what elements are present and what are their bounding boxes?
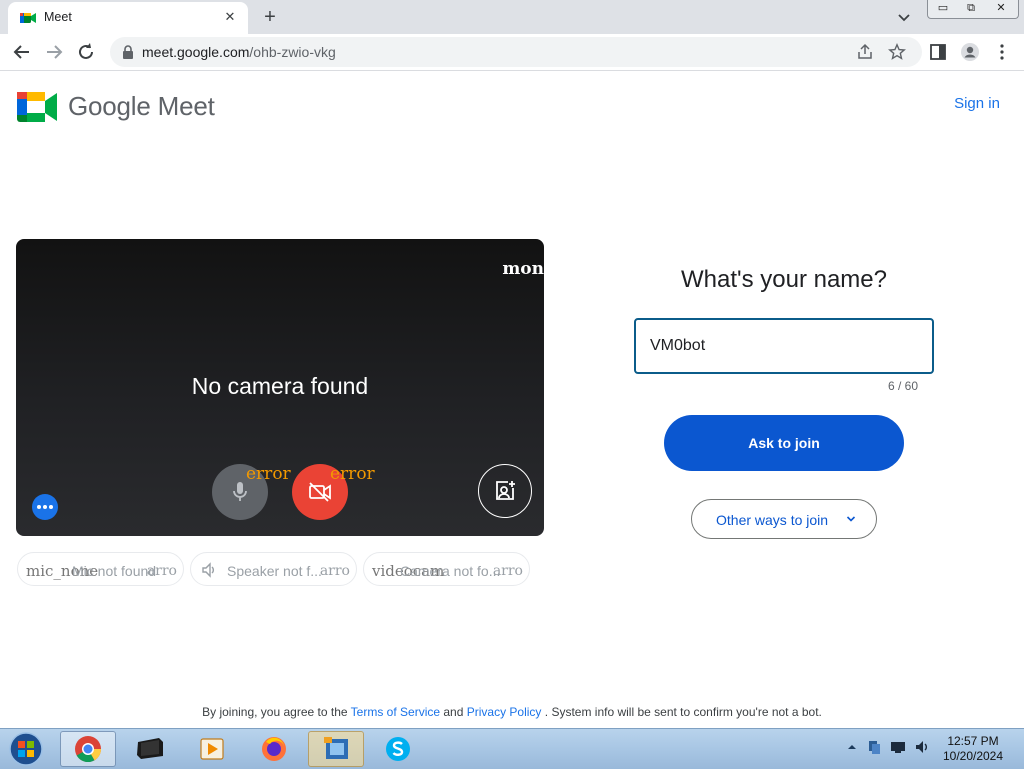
tray-network-icon[interactable] (866, 739, 882, 755)
camera-off-icon (309, 482, 331, 502)
taskbar-vlc[interactable] (184, 731, 240, 767)
meet-favicon-icon (20, 13, 36, 23)
speaker-chip-label: Speaker not f... (227, 563, 322, 579)
tab-meet[interactable]: Meet ✕ (8, 2, 248, 34)
terminal-icon (137, 738, 163, 759)
dot (49, 505, 53, 509)
share-icon[interactable] (856, 43, 874, 61)
terms-of-service-link[interactable]: Terms of Service (351, 705, 440, 719)
tab-strip: Meet ✕ + ▭ ⧉ ✕ (0, 0, 1024, 34)
address-bar[interactable]: meet.google.com/ohb-zwio-vkg (110, 37, 922, 67)
other-ways-to-join-button[interactable]: Other ways to join (691, 499, 877, 539)
ask-to-join-button[interactable]: Ask to join (664, 415, 904, 471)
legal-and: and (443, 705, 464, 719)
browser-menu-icon[interactable] (992, 42, 1012, 62)
taskbar-terminal[interactable] (122, 731, 178, 767)
name-character-counter: 6 / 60 (887, 379, 918, 393)
url-host: meet.google.com (142, 44, 250, 60)
legal-prefix: By joining, you agree to the (202, 705, 348, 719)
virtualbox-icon (324, 737, 348, 759)
icon-font-fallback-text: mon (502, 259, 544, 279)
legal-notice: By joining, you agree to the Terms of Se… (0, 705, 1024, 719)
dropdown-arrow-fallback-text: arro (319, 563, 350, 579)
camera-select-chip[interactable]: videocam Camera not fo... arro (363, 552, 530, 586)
tray-expand-icon[interactable] (844, 739, 860, 755)
url-text: meet.google.com/ohb-zwio-vkg (142, 44, 336, 60)
taskbar-skype[interactable] (370, 731, 426, 767)
visual-effects-button[interactable] (478, 464, 532, 518)
speaker-icon (202, 562, 214, 578)
firefox-icon (262, 737, 286, 761)
camera-chip-label: Camera not fo... (400, 563, 501, 579)
microphone-chip-label: Mic not found (72, 563, 157, 579)
chevron-down-icon (846, 516, 856, 522)
dot (43, 505, 47, 509)
chrome-icon (75, 736, 102, 763)
minimize-button[interactable]: ▭ (930, 0, 956, 18)
tab-close-icon[interactable]: ✕ (220, 7, 240, 27)
reload-icon[interactable] (74, 40, 98, 64)
taskbar-firefox[interactable] (246, 731, 302, 767)
windows-start-button-icon[interactable] (6, 730, 46, 768)
name-input[interactable] (634, 318, 934, 374)
microphone-select-chip[interactable]: mic_none Mic not found arro (17, 552, 184, 586)
other-ways-label: Other ways to join (716, 512, 829, 528)
taskbar: 12:57 PM 10/20/2024 (0, 728, 1024, 769)
brand-name: Google Meet (68, 91, 215, 121)
bookmark-star-icon[interactable] (888, 43, 906, 61)
taskbar-virtualbox[interactable] (308, 731, 364, 767)
clock-time: 12:57 PM (947, 734, 999, 748)
legal-suffix: . System info will be sent to confirm yo… (544, 705, 822, 719)
google-meet-logo-icon (17, 92, 57, 122)
restore-button[interactable]: ⧉ (958, 0, 984, 18)
back-arrow-icon[interactable] (10, 40, 34, 64)
url-path: /ohb-zwio-vkg (249, 44, 336, 60)
window-controls: ▭ ⧉ ✕ (927, 0, 1019, 19)
forward-arrow-icon[interactable] (42, 40, 66, 64)
browser-toolbar: meet.google.com/ohb-zwio-vkg (0, 34, 1024, 71)
speaker-select-chip[interactable]: Speaker not f... arro (190, 552, 357, 586)
dropdown-arrow-fallback-text: arro (492, 563, 523, 579)
visual-effects-icon (496, 481, 515, 500)
tab-search-chevron-icon[interactable] (894, 7, 914, 27)
no-camera-message: No camera found (191, 373, 369, 399)
video-preview: mon No camera found error error (16, 239, 544, 536)
camera-icon-fallback-text: error (330, 464, 375, 484)
sign-in-link[interactable]: Sign in (940, 95, 1014, 117)
side-panel-icon[interactable] (928, 42, 948, 62)
name-prompt-heading: What's your name? (680, 266, 887, 293)
new-tab-button[interactable]: + (258, 5, 282, 29)
tab-title: Meet (44, 10, 72, 24)
tray-volume-icon[interactable] (914, 739, 930, 755)
more-options-button[interactable] (32, 494, 58, 520)
clock-date: 10/20/2024 (942, 749, 1004, 763)
mic-icon-fallback-text: error (246, 464, 291, 484)
dropdown-arrow-fallback-text: arro (146, 563, 177, 579)
skype-icon (386, 737, 410, 761)
window-close-button[interactable]: ✕ (986, 0, 1016, 18)
media-player-icon (200, 738, 224, 760)
tray-display-icon[interactable] (890, 739, 906, 755)
profile-avatar-icon[interactable] (960, 42, 980, 62)
system-clock[interactable]: 12:57 PM 10/20/2024 (930, 734, 1016, 764)
lock-icon[interactable] (122, 45, 134, 59)
dot (37, 505, 41, 509)
privacy-policy-link[interactable]: Privacy Policy (467, 705, 542, 719)
taskbar-chrome[interactable] (60, 731, 116, 767)
